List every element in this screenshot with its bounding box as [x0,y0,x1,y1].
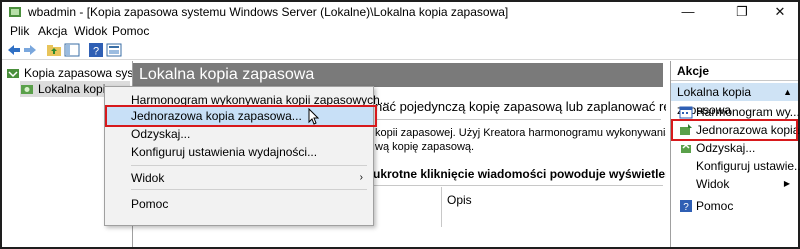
ctx-item-widok-label: Widok [131,171,165,185]
svg-text:?: ? [93,46,99,58]
menu-bar: Plik Akcja Widok Pomoc [2,22,798,40]
action-label: Odzyskaj... [696,141,756,155]
actions-header: Akcje [671,61,798,81]
recover-icon [681,143,691,153]
action-odzyskaj[interactable]: Odzyskaj... [671,139,798,157]
center-info-line2: wą kopię zapasową. [375,141,475,153]
ctx-separator [131,165,367,166]
column-opis[interactable]: Opis [447,193,472,207]
help-icon[interactable]: ? [88,42,104,58]
properties-icon[interactable] [106,42,122,58]
back-icon[interactable] [6,42,22,58]
menu-pomoc[interactable]: Pomoc [112,24,149,38]
action-konfiguruj[interactable]: Konfiguruj ustawie... [671,157,800,175]
forward-icon[interactable] [22,42,38,58]
submenu-arrow-icon: › [359,172,363,183]
center-info-line1: kopii zapasowej. Użyj Kreatora harmonogr… [375,127,666,139]
action-label: Pomoc [696,199,734,213]
annotation-highlight-action [671,119,798,141]
menu-widok[interactable]: Widok [74,24,107,38]
action-label: Widok [696,177,730,191]
ctx-item-pomoc[interactable]: Pomoc [105,195,373,213]
annotation-highlight-menu [105,105,377,127]
ctx-item-konfiguruj[interactable]: Konfiguruj ustawienia wydajności... [105,143,373,161]
context-menu: Harmonogram wykonywania kopii zapasowych… [104,86,390,226]
table-top-rule [373,185,663,186]
app-window: wbadmin - [Kopia zapasowa systemu Window… [0,0,800,249]
ctx-separator [131,189,367,190]
minimize-button[interactable]: — [666,2,710,22]
center-header: Lokalna kopia zapasowa [133,63,663,87]
menu-akcja[interactable]: Akcja [38,24,67,38]
ctx-item-odzyskaj[interactable]: Odzyskaj... [105,125,373,143]
collapse-arrow-icon[interactable]: ▲ [783,83,792,101]
help-icon: ? [680,200,692,213]
app-icon [9,7,21,17]
show-hide-tree-icon[interactable] [64,42,80,58]
center-description: nać pojedynczą kopię zapasową lub zaplan… [375,99,666,114]
actions-subheader[interactable]: Lokalna kopia zapasowa ▲ [671,83,798,117]
close-button[interactable]: ✕ [758,2,800,22]
backup-root-icon [7,69,19,78]
ctx-item-widok[interactable]: Widok › [105,169,373,187]
actions-pane: Akcje Lokalna kopia zapasowa ▲ Harmonogr… [670,61,800,247]
divider [375,119,661,120]
submenu-arrow-icon: ▶ [783,179,790,188]
action-widok[interactable]: Widok ▶ [671,175,798,193]
column-divider [441,187,442,227]
action-label: Konfiguruj ustawie... [696,159,800,173]
messages-hint: ukrotne kliknięcie wiadomości powoduje w… [373,167,666,181]
schedule-icon [679,106,693,119]
toolbar: ? [2,40,798,60]
local-backup-icon [21,85,33,94]
menu-plik[interactable]: Plik [10,24,29,38]
svg-text:?: ? [683,202,689,213]
action-pomoc[interactable]: ? Pomoc [671,197,798,215]
title-bar: wbadmin - [Kopia zapasowa systemu Window… [2,2,798,22]
folder-up-icon[interactable] [46,42,62,58]
mouse-cursor-icon [308,108,320,125]
window-title: wbadmin - [Kopia zapasowa systemu Window… [28,5,509,19]
